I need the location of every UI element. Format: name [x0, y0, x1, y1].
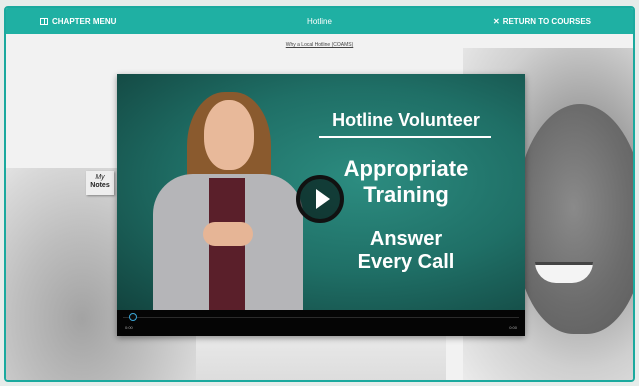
video-text-answer: Answer Every Call [313, 228, 499, 274]
presenter-hands [203, 222, 253, 246]
notes-label-my: My [95, 174, 105, 181]
background-man-photo [515, 104, 633, 334]
video-controls: 0:00 0:00 [117, 310, 525, 336]
return-label: RETURN TO COURSES [502, 17, 591, 26]
total-time: 0:00 [509, 325, 517, 330]
video-heading: Hotline Volunteer [332, 110, 480, 130]
current-time: 0:00 [125, 325, 133, 330]
progress-track[interactable] [123, 317, 519, 318]
close-icon: ✕ [492, 17, 500, 26]
top-bar: CHAPTER MENU Hotline ✕ RETURN TO COURSES [6, 8, 633, 34]
video-player[interactable]: Hotline Volunteer Appropriate Training A… [117, 74, 525, 336]
lesson-subtitle[interactable]: Why a Local Hotline (COAMS) [6, 42, 633, 48]
my-notes-tab[interactable]: My Notes [86, 171, 114, 195]
video-text-line: Answer [369, 228, 443, 250]
presenter-face [204, 100, 254, 170]
heading-underline [319, 136, 491, 138]
video-text-line: Appropriate [343, 156, 469, 181]
play-icon[interactable] [296, 175, 344, 223]
notes-label-notes: Notes [90, 182, 110, 189]
progress-handle[interactable] [129, 313, 137, 321]
video-frame[interactable]: Hotline Volunteer Appropriate Training A… [117, 74, 525, 310]
video-text-line: Every Call [357, 251, 455, 273]
return-to-courses-button[interactable]: ✕ RETURN TO COURSES [493, 17, 591, 26]
